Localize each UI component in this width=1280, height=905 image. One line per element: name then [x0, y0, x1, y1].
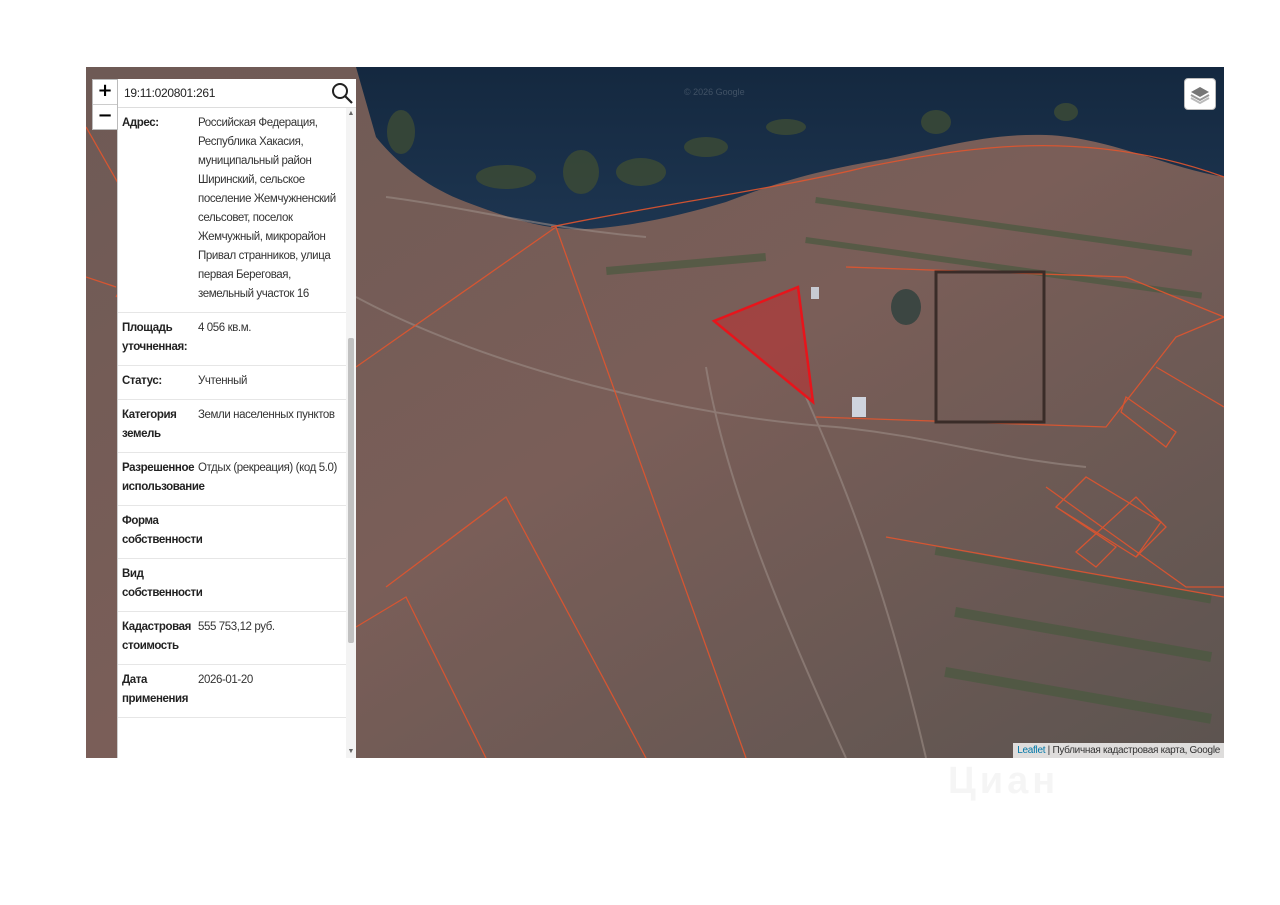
panel-scrollbar[interactable]: ▲ ▼: [346, 108, 356, 758]
parcel-attributes[interactable]: Адрес: Российская Федерация, Республика Х…: [118, 108, 346, 758]
imagery-copyright: © 2026 Google: [684, 87, 745, 97]
layers-button[interactable]: [1184, 78, 1216, 110]
info-row: Дата применения 2026-01-20: [118, 665, 346, 718]
info-row: Разрешенное использование Отдых (рекреаци…: [118, 453, 346, 506]
info-key: Разрешенное использование: [122, 462, 205, 493]
info-key: Вид собственности: [122, 568, 203, 599]
search-bar: [118, 79, 356, 108]
search-icon[interactable]: [330, 81, 354, 105]
info-row: Адрес: Российская Федерация, Республика Х…: [118, 108, 346, 313]
info-row: Кадастровая стоимость 555 753,12 руб.: [118, 612, 346, 665]
info-value: [198, 565, 342, 603]
info-value: Российская Федерация, Республика Хакасия…: [198, 117, 336, 300]
info-value: 555 753,12 руб.: [198, 621, 275, 633]
info-row: Площадь уточненная: 4 056 кв.м.: [118, 313, 346, 366]
map-attribution: Leaflet | Публичная кадастровая карта, G…: [1013, 743, 1224, 758]
info-key: Форма собственности: [122, 515, 203, 546]
attribution-sources: Публичная кадастровая карта, Google: [1052, 745, 1220, 756]
info-key: Дата применения: [122, 674, 189, 705]
info-value: Отдых (рекреация) (код 5.0): [198, 462, 337, 474]
layers-icon: [1190, 87, 1210, 105]
zoom-out-button[interactable]: −: [93, 104, 117, 129]
cadastral-search-input[interactable]: [122, 82, 326, 104]
parcel-info-panel: Адрес: Российская Федерация, Республика Х…: [117, 79, 356, 758]
cian-watermark-logo: Циан: [948, 760, 1059, 803]
info-value: 2026-01-20: [198, 674, 253, 686]
info-value: [198, 512, 342, 550]
scroll-thumb[interactable]: [348, 338, 354, 643]
leaflet-link[interactable]: Leaflet: [1017, 745, 1045, 756]
info-row: Статус: Учтенный: [118, 366, 346, 400]
info-row: Форма собственности: [118, 506, 346, 559]
info-row: Категория земель Земли населенных пунктов: [118, 400, 346, 453]
zoom-control: + −: [92, 79, 118, 130]
scroll-down-arrow-icon[interactable]: ▼: [346, 746, 356, 758]
map-view[interactable]: © 2026 Google + − Адрес: Российская Федер…: [86, 67, 1224, 758]
info-key: Площадь уточненная:: [122, 322, 188, 353]
info-key: Адрес:: [122, 117, 159, 129]
info-value: 4 056 кв.м.: [198, 322, 252, 334]
info-key: Категория земель: [122, 409, 177, 440]
scroll-up-arrow-icon[interactable]: ▲: [346, 108, 356, 120]
info-value: Земли населенных пунктов: [198, 409, 335, 421]
info-value: Учтенный: [198, 375, 248, 387]
info-row: Вид собственности: [118, 559, 346, 612]
zoom-in-button[interactable]: +: [93, 80, 117, 104]
info-key: Кадастровая стоимость: [122, 621, 191, 652]
info-key: Статус:: [122, 375, 162, 387]
